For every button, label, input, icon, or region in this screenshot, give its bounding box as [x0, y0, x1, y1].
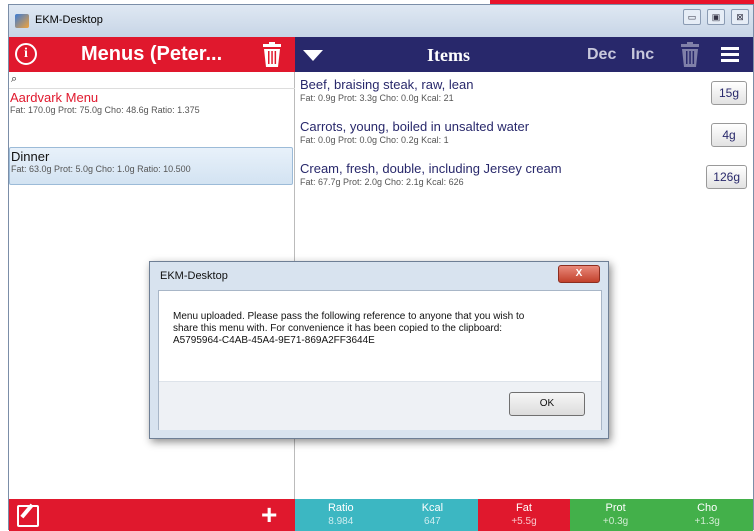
items-title: Items — [427, 45, 470, 65]
dialog-title: EKM-Desktop — [160, 270, 228, 282]
stat-label: Fat — [516, 502, 532, 514]
stat-label: Ratio — [327, 502, 354, 514]
stat-value: 8.984 — [328, 516, 354, 527]
item-name: Cream, fresh, double, including Jersey c… — [300, 161, 562, 176]
stat-label: Cho — [697, 502, 718, 514]
menu-search-input[interactable]: ⌕ — [9, 72, 295, 89]
inc-button[interactable]: Inc — [631, 46, 654, 64]
menu-name: Dinner — [11, 149, 50, 164]
dialog-body: Menu uploaded. Please pass the following… — [158, 290, 602, 430]
menus-header: i Menus (Peter... — [9, 37, 295, 72]
info-icon[interactable]: i — [15, 43, 37, 65]
item-detail: Fat: 0.0g Prot: 0.0g Cho: 0.2g Kcal: 1 — [300, 135, 449, 145]
items-header: Items Dec Inc — [295, 37, 753, 72]
dec-button[interactable]: Dec — [587, 46, 616, 64]
dialog-message-line: share this menu with. For convenience it… — [173, 323, 503, 334]
edit-icon[interactable] — [17, 505, 39, 527]
trash-icon[interactable] — [679, 42, 701, 68]
stat-label: Prot — [605, 502, 626, 514]
app-icon — [15, 14, 29, 28]
menu-detail: Fat: 170.0g Prot: 75.0g Cho: 48.6g Ratio… — [10, 105, 200, 115]
item-quantity-button[interactable]: 15g — [711, 81, 747, 105]
window-controls: ▭ ▣ ⊠ — [683, 9, 749, 25]
stat-ratio: Ratio 8.984 — [295, 499, 387, 531]
stat-value: +1.3g — [694, 516, 720, 527]
item-detail: Fat: 67.7g Prot: 2.0g Cho: 2.1g Kcal: 62… — [300, 177, 464, 187]
menus-footer: + — [9, 499, 295, 531]
minimize-icon[interactable]: ▭ — [683, 9, 701, 25]
stat-value: +5.5g — [511, 516, 537, 527]
item-row[interactable]: Carrots, young, boiled in unsalted water… — [295, 117, 753, 157]
stat-label: Kcal — [421, 502, 444, 514]
nutrition-stats-bar: Ratio 8.984 Kcal 647 Fat +5.5g Prot +0.3… — [295, 499, 753, 531]
item-name: Beef, braising steak, raw, lean — [300, 77, 474, 92]
menu-item-aardvark[interactable]: Aardvark Menu Fat: 170.0g Prot: 75.0g Ch… — [9, 91, 293, 123]
window-title: EKM-Desktop — [35, 14, 103, 26]
title-bar: EKM-Desktop ▭ ▣ ⊠ — [9, 5, 753, 37]
menu-name: Aardvark Menu — [10, 90, 99, 105]
stat-cho: Cho +1.3g — [661, 499, 753, 531]
stat-prot: Prot +0.3g — [569, 499, 662, 531]
upload-dialog: EKM-Desktop X Menu uploaded. Please pass… — [149, 261, 609, 439]
add-menu-icon[interactable]: + — [261, 501, 277, 529]
dropdown-triangle-icon[interactable] — [303, 50, 323, 61]
dialog-message: Menu uploaded. Please pass the following… — [173, 311, 593, 347]
search-icon: ⌕ — [11, 73, 18, 85]
restore-icon[interactable]: ▣ — [707, 9, 725, 25]
dialog-close-button[interactable]: X — [558, 265, 600, 283]
menus-title: Menus (Peter... — [81, 43, 223, 65]
stat-fat: Fat +5.5g — [478, 499, 570, 531]
item-row[interactable]: Cream, fresh, double, including Jersey c… — [295, 159, 753, 199]
app-window: EKM-Desktop ▭ ▣ ⊠ i Menus (Peter... ⌕ Aa… — [8, 4, 754, 531]
hamburger-menu-icon[interactable] — [721, 47, 739, 63]
item-quantity-button[interactable]: 126g — [706, 165, 747, 189]
item-detail: Fat: 0.9g Prot: 3.3g Cho: 0.0g Kcal: 21 — [300, 93, 454, 103]
close-icon[interactable]: ⊠ — [731, 9, 749, 25]
dialog-message-line: Menu uploaded. Please pass the following… — [173, 311, 525, 322]
item-name: Carrots, young, boiled in unsalted water — [300, 119, 530, 134]
menu-item-dinner[interactable]: Dinner Fat: 63.0g Prot: 5.0g Cho: 1.0g R… — [9, 147, 293, 185]
stat-kcal: Kcal 647 — [386, 499, 479, 531]
menu-detail: Fat: 63.0g Prot: 5.0g Cho: 1.0g Ratio: 1… — [11, 164, 191, 174]
dialog-reference-code: A5795964-C4AB-45A4-9E71-869A2FF3644E — [173, 335, 375, 346]
trash-icon[interactable] — [261, 42, 283, 68]
stat-value: 647 — [424, 516, 441, 527]
item-quantity-button[interactable]: 4g — [711, 123, 747, 147]
ok-button[interactable]: OK — [509, 392, 585, 416]
item-row[interactable]: Beef, braising steak, raw, lean Fat: 0.9… — [295, 75, 753, 115]
stat-value: +0.3g — [602, 516, 629, 527]
dialog-footer: OK — [159, 381, 601, 430]
